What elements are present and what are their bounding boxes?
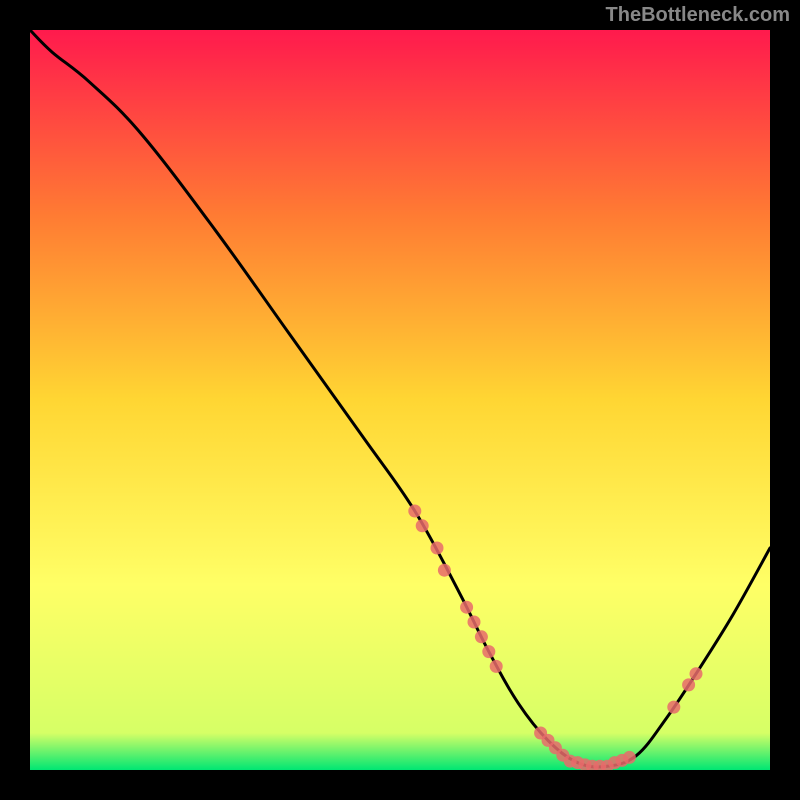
data-marker <box>490 660 503 673</box>
data-marker <box>475 630 488 643</box>
data-marker <box>431 542 444 555</box>
data-marker <box>667 701 680 714</box>
attribution-text: TheBottleneck.com <box>606 4 790 27</box>
data-marker <box>408 505 421 518</box>
data-marker <box>623 751 636 764</box>
data-marker <box>460 601 473 614</box>
chart-figure: TheBottleneck.com <box>0 0 800 800</box>
data-marker <box>468 616 481 629</box>
data-marker <box>682 678 695 691</box>
data-marker <box>438 564 451 577</box>
gradient-background <box>30 30 770 770</box>
data-marker <box>416 519 429 532</box>
data-marker <box>690 667 703 680</box>
data-marker <box>482 645 495 658</box>
chart-svg <box>30 30 770 770</box>
plot-area <box>30 30 770 770</box>
